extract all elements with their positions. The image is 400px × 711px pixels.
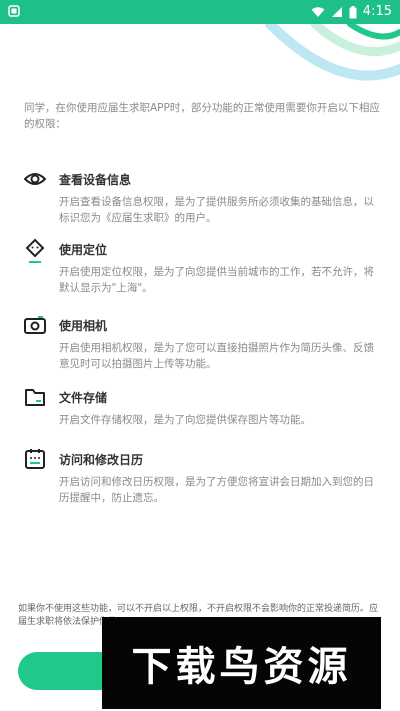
permission-desc: 开启查看设备信息权限，是为了提供服务所必须收集的基础信息，以标识您为《应届生求职… [59,196,374,224]
permission-desc: 开启使用相机权限，是为了您可以直接拍摄照片作为简历头像、反馈意见时可以拍摄图片上… [59,342,374,370]
calendar-icon [25,449,45,469]
battery-icon [349,5,357,18]
decorative-swoosh [265,24,400,81]
folder-icon [25,389,45,406]
permission-desc: 开启文件存储权限，是为了向您提供保存图片等功能。 [59,414,311,426]
camera-icon [24,316,46,334]
permission-desc: 开启访问和修改日历权限，是为了方便您将宣讲会日期加入到您的日历提醒中，防止遗忘。 [59,476,374,504]
permission-desc: 开启使用定位权限，是为了向您提供当前城市的工作，若不允许，将默认显示为"上海"。 [59,266,374,294]
permission-title: 使用定位 [59,243,108,257]
permission-title: 查看设备信息 [59,173,132,187]
permission-title: 访问和修改日历 [59,453,144,467]
permission-title: 使用相机 [59,319,108,333]
watermark-logo: 下载鸟资源 [102,617,381,709]
app-notification-icon [8,5,20,17]
location-icon [25,238,45,263]
status-time: 4:15 [362,4,392,19]
wifi-icon [311,7,325,17]
eye-icon [24,173,46,185]
signal-icon [331,7,342,17]
intro-text: 同学，在你使用应届生求职APP时，部分功能的正常使用需要你开启以下相应的权限： [24,102,380,130]
permission-title: 文件存储 [59,391,108,405]
status-bar: 4:15 [0,0,400,24]
